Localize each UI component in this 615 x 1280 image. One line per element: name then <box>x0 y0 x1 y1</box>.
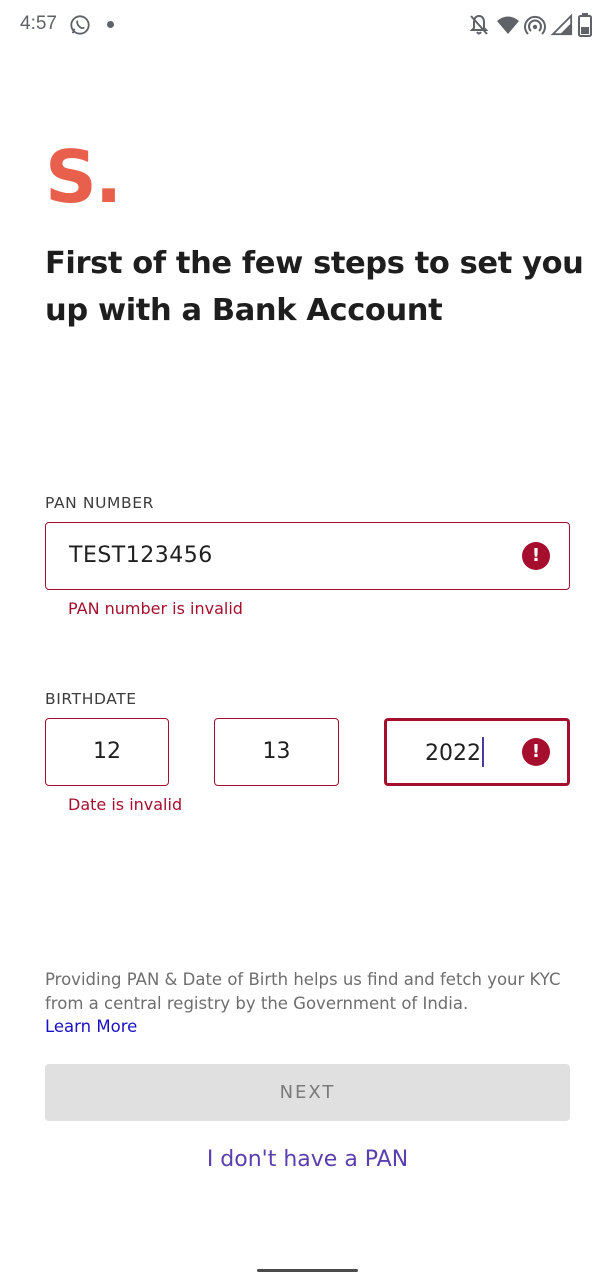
pan-label: PAN NUMBER <box>45 494 154 512</box>
next-button[interactable]: NEXT <box>45 1064 570 1121</box>
page-title: First of the few steps to set you up wit… <box>45 246 584 328</box>
year-value: 2022 <box>425 741 481 766</box>
hotspot-icon <box>524 15 546 35</box>
pan-error-message: PAN number is invalid <box>68 599 243 618</box>
notifications-off-icon <box>469 14 489 35</box>
birthdate-label: BIRTHDATE <box>45 690 137 708</box>
error-icon: ! <box>522 542 550 570</box>
dot-icon <box>107 21 114 28</box>
error-icon: ! <box>522 738 550 766</box>
info-text: Providing PAN & Date of Birth helps us f… <box>45 970 561 1013</box>
home-indicator[interactable] <box>257 1269 358 1272</box>
no-pan-link[interactable]: I don't have a PAN <box>0 1147 615 1172</box>
whatsapp-icon <box>70 15 90 35</box>
wifi-icon <box>497 16 519 34</box>
status-time: 4:57 <box>20 13 57 34</box>
year-input[interactable]: 2022 ! <box>384 718 570 786</box>
month-value: 13 <box>262 739 291 764</box>
pan-input[interactable]: TEST123456 ! <box>45 522 570 590</box>
signal-icon <box>551 13 573 36</box>
battery-icon <box>578 13 592 37</box>
learn-more-link[interactable]: Learn More <box>45 1017 137 1036</box>
brand-logo: S. <box>45 135 122 219</box>
month-input[interactable]: 13 <box>214 718 339 786</box>
pan-value: TEST123456 <box>69 543 213 568</box>
date-error-message: Date is invalid <box>68 795 183 814</box>
day-value: 12 <box>93 739 121 764</box>
year-value-wrap: 2022 <box>425 737 484 769</box>
status-bar: 4:57 <box>0 0 615 52</box>
day-input[interactable]: 12 <box>45 718 169 786</box>
text-cursor <box>482 737 484 767</box>
